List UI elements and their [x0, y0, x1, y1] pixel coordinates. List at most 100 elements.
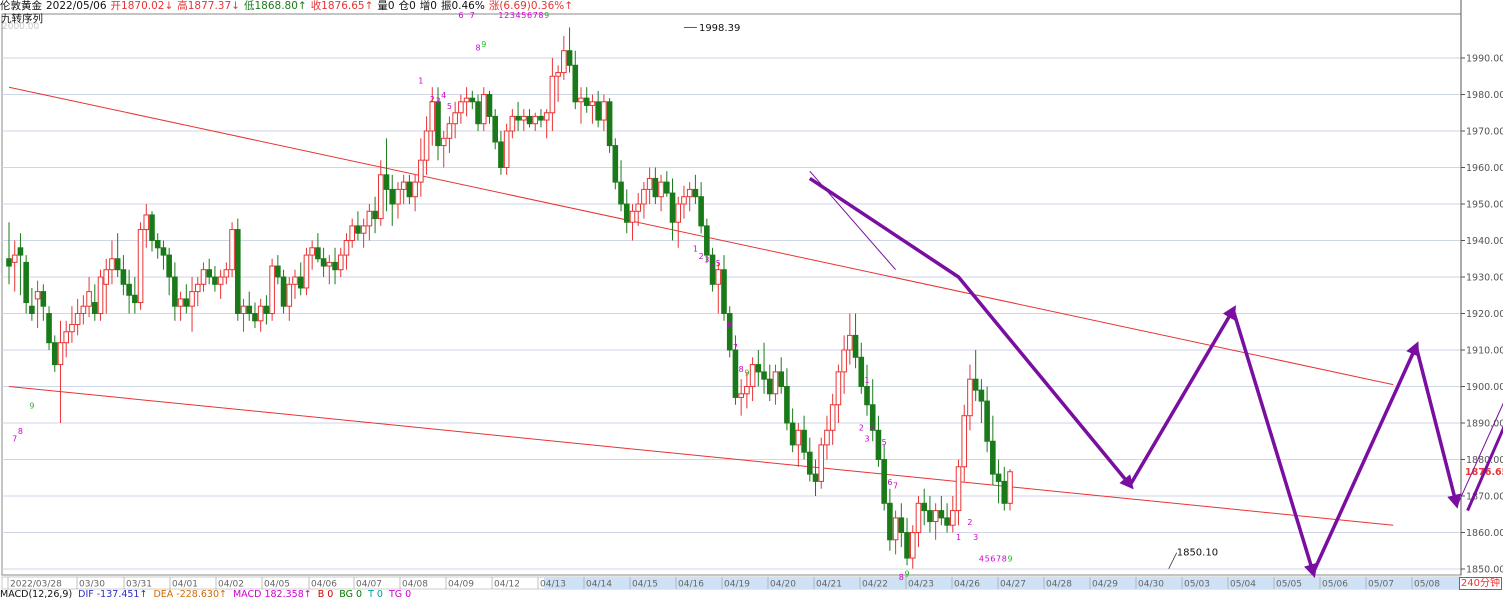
- candle: [818, 437, 825, 489]
- candle: [212, 266, 218, 292]
- candle-body: [74, 313, 81, 325]
- candle-body: [961, 415, 968, 468]
- candle: [807, 437, 813, 482]
- candlestick-chart[interactable]: 1850.001860.001870.001880.001890.001900.…: [0, 0, 1503, 600]
- candle: [109, 240, 115, 285]
- candle-body: [635, 203, 642, 212]
- candle-body: [275, 265, 281, 278]
- candle-body: [360, 225, 367, 234]
- candle: [206, 258, 212, 285]
- candle: [166, 247, 172, 296]
- candle: [972, 350, 979, 402]
- high-annotation: 1998.39: [699, 23, 740, 34]
- candle-body: [583, 97, 590, 106]
- candle-body: [835, 371, 842, 406]
- candle-body: [589, 101, 596, 106]
- candle-body: [664, 181, 670, 194]
- candle-body: [137, 229, 144, 304]
- candle-body: [240, 305, 247, 315]
- candle-body: [732, 349, 739, 398]
- td-count-label: 3: [973, 533, 978, 542]
- x-tick-label: 04/30: [1138, 580, 1164, 590]
- candle-body: [29, 305, 35, 315]
- candle: [395, 182, 401, 219]
- x-tick-label: 04/20: [770, 580, 796, 590]
- candle: [235, 218, 241, 321]
- candle-body: [972, 378, 979, 391]
- td-count-label: 3: [435, 97, 440, 106]
- td-count-label: 4: [710, 263, 715, 272]
- candle: [664, 171, 670, 197]
- candle: [92, 284, 98, 321]
- candle-body: [738, 393, 744, 398]
- candle: [17, 233, 24, 296]
- period-selector[interactable]: 240分钟: [1458, 577, 1502, 590]
- candle: [995, 459, 1002, 504]
- y-tick-label: 1950.00: [1466, 200, 1503, 211]
- candle: [452, 101, 458, 139]
- candle: [143, 204, 150, 248]
- candle-body: [63, 331, 70, 344]
- candle-body: [206, 269, 212, 278]
- y-tick-label: 1990.00: [1466, 54, 1503, 65]
- candle: [252, 302, 258, 329]
- candle-body: [246, 305, 253, 315]
- candle-body: [801, 429, 807, 453]
- td-count-label: 9: [29, 401, 34, 410]
- candle: [801, 415, 807, 460]
- candle-body: [921, 502, 928, 512]
- candle: [612, 138, 619, 190]
- td-count-label: 9: [904, 569, 909, 578]
- y-tick-label: 1930.00: [1466, 273, 1503, 284]
- y-tick-label: 1980.00: [1466, 90, 1503, 101]
- quote-header: 伦敦黄金 2022/05/06 开1870.02↓ 高1877.37↓ 低1868.80…: [0, 0, 1460, 14]
- x-tick-label: 05/05: [1276, 580, 1302, 590]
- candle: [29, 287, 35, 321]
- candle-body: [704, 225, 710, 256]
- candle: [778, 357, 785, 394]
- candle-body: [681, 196, 687, 205]
- candle-body: [784, 386, 790, 424]
- candle-body: [69, 323, 75, 333]
- candle-body: [109, 258, 115, 271]
- candle-body: [280, 276, 287, 307]
- amplitude: 振0.46%: [440, 0, 485, 12]
- x-tick-label: 04/05: [264, 580, 290, 590]
- td-count-label: 7: [893, 482, 898, 491]
- candle-body: [772, 371, 779, 395]
- candle: [332, 247, 338, 285]
- candle-body: [904, 532, 910, 559]
- candle-body: [355, 225, 361, 234]
- candle-body: [120, 269, 127, 285]
- candle-body: [23, 261, 29, 304]
- candle: [303, 247, 310, 296]
- candle: [509, 109, 516, 139]
- candle-body: [984, 400, 990, 442]
- candle-body: [555, 72, 561, 77]
- candle-body: [807, 451, 813, 475]
- candle: [183, 284, 190, 314]
- candle-body: [326, 261, 333, 267]
- candle-body: [938, 510, 945, 519]
- candle: [515, 101, 521, 131]
- candle-body: [177, 298, 184, 307]
- candle-body: [721, 269, 727, 315]
- candle: [686, 182, 693, 212]
- candle-body: [303, 254, 310, 289]
- candle-body: [446, 123, 453, 139]
- candle: [486, 90, 493, 124]
- candle: [6, 222, 12, 285]
- candle: [114, 233, 121, 277]
- macd-label[interactable]: MACD(12,26,9): [0, 589, 72, 600]
- candle-body: [269, 265, 275, 314]
- td-count-label: 4: [979, 555, 984, 564]
- candle-body: [606, 101, 613, 147]
- candle-body: [778, 371, 785, 387]
- candle: [566, 27, 573, 73]
- td-count-label: 9: [481, 40, 486, 49]
- candle-body: [229, 229, 235, 271]
- candle: [458, 94, 464, 124]
- candle-body: [92, 302, 98, 314]
- candle: [423, 116, 430, 175]
- candle: [738, 379, 744, 416]
